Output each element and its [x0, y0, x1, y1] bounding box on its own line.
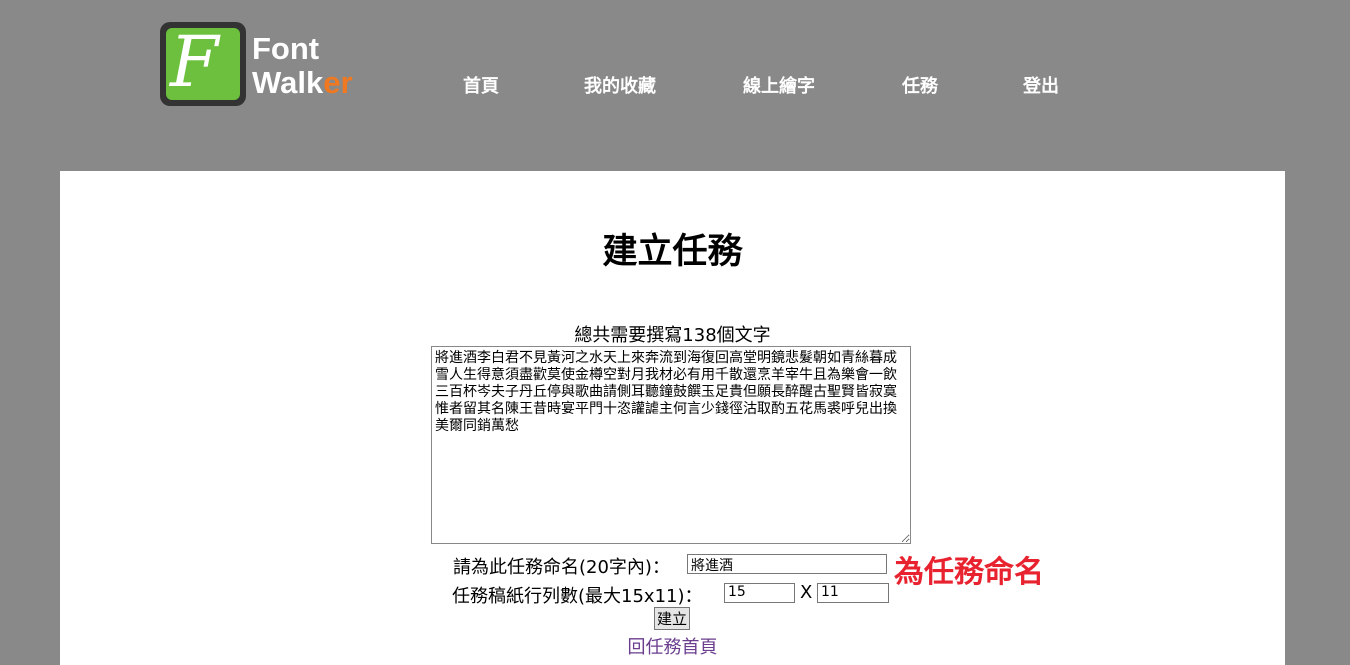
- rows-input[interactable]: 15: [724, 583, 795, 603]
- task-name-input[interactable]: 將進酒: [687, 554, 887, 574]
- annotation-text: 為任務命名: [894, 555, 1044, 590]
- nav-home[interactable]: 首頁: [463, 72, 499, 98]
- page-title: 建立任務: [602, 232, 743, 272]
- characters-textarea[interactable]: 將進酒李白君不見黃河之水天上來奔流到海復回高堂明鏡悲髮朝如青絲暮成雪人生得意須盡…: [431, 346, 911, 544]
- nav-tasks[interactable]: 任務: [902, 72, 938, 98]
- main-panel: 建立任務 總共需要撰寫138個文字 將進酒李白君不見黃河之水天上來奔流到海復回高…: [60, 171, 1285, 665]
- x-separator: X: [800, 582, 813, 603]
- nav-online-draw[interactable]: 線上繪字: [743, 72, 815, 98]
- grid-size-label: 任務稿紙行列數(最大15x11)：: [452, 586, 703, 607]
- back-to-tasks-link[interactable]: 回任務首頁: [60, 633, 1285, 659]
- nav-logout[interactable]: 登出: [1023, 72, 1059, 98]
- columns-input[interactable]: 11: [817, 583, 889, 603]
- total-characters-text: 總共需要撰寫138個文字: [574, 325, 771, 346]
- main-nav: 首頁 我的收藏 線上繪字 任務 登出: [0, 72, 1350, 98]
- create-button[interactable]: 建立: [654, 607, 690, 630]
- nav-favorites[interactable]: 我的收藏: [584, 72, 656, 98]
- task-name-label: 請為此任務命名(20字內)：: [453, 557, 670, 578]
